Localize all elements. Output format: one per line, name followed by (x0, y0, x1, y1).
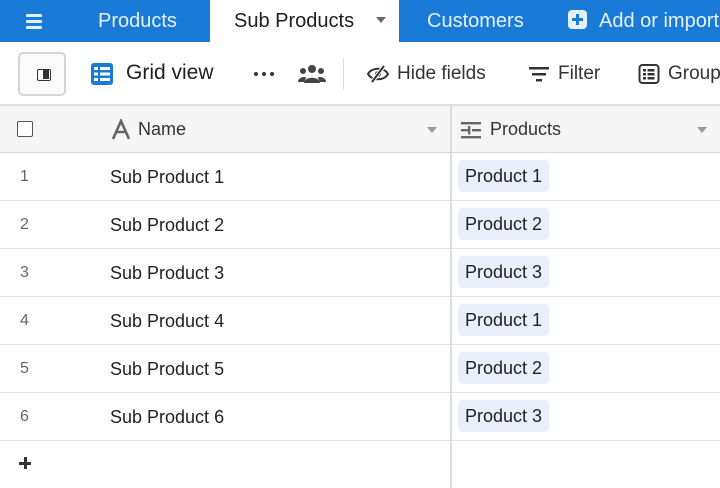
table-row[interactable]: 5 Sub Product 5 Product 2 (0, 345, 720, 393)
group-button[interactable]: Group (638, 60, 720, 88)
column-header-name-label: Name (138, 119, 187, 139)
table-row[interactable]: 4 Sub Product 4 Product 1 (0, 297, 720, 345)
row-number: 3 (20, 264, 29, 281)
grid-icon (91, 63, 113, 85)
column-header-products-label: Products (490, 119, 562, 139)
view-name[interactable]: Grid view (126, 61, 214, 85)
table-row[interactable]: 1 Sub Product 1 Product 1 (0, 153, 720, 201)
table-row[interactable]: 3 Sub Product 3 Product 3 (0, 249, 720, 297)
eye-slash-icon (367, 64, 389, 84)
hide-fields-label: Hide fields (397, 63, 486, 84)
add-record-row[interactable] (0, 441, 720, 488)
sidebar-toggle-button[interactable] (18, 52, 66, 96)
table-tab-bar: Products Sub Products Customers Add or i… (0, 0, 720, 42)
linked-product-chip[interactable]: Product 2 (458, 208, 550, 240)
column-header-products[interactable]: Products (452, 106, 720, 153)
group-list-icon (638, 64, 660, 84)
records-grid: Name Products 1 Sub Product 1 Product 1 … (0, 106, 720, 488)
ellipsis-icon[interactable] (254, 72, 274, 76)
linked-record-icon (461, 122, 481, 139)
chevron-down-icon[interactable] (697, 127, 707, 133)
name-cell[interactable]: Sub Product 3 (110, 249, 224, 297)
tab-customers[interactable]: Customers (427, 0, 524, 42)
text-field-icon (111, 119, 131, 140)
linked-product-chip[interactable]: Product 1 (458, 160, 550, 192)
chevron-down-icon[interactable] (427, 127, 437, 133)
linked-product-chip[interactable]: Product 3 (458, 400, 550, 432)
column-divider[interactable] (450, 106, 452, 488)
column-header-name[interactable]: Name (100, 106, 450, 153)
grid-header-row: Name Products (0, 106, 720, 153)
toolbar-divider (343, 58, 344, 90)
table-row[interactable]: 2 Sub Product 2 Product 2 (0, 201, 720, 249)
plus-icon[interactable] (17, 455, 35, 473)
filter-icon (529, 67, 549, 82)
row-number: 1 (20, 168, 29, 185)
filter-button[interactable]: Filter (528, 60, 608, 88)
linked-product-chip[interactable]: Product 2 (458, 352, 550, 384)
table-row[interactable]: 6 Sub Product 6 Product 3 (0, 393, 720, 441)
hamburger-menu-icon[interactable] (24, 11, 44, 31)
row-number: 5 (20, 360, 29, 377)
name-cell[interactable]: Sub Product 1 (110, 153, 224, 201)
tab-sub-products-label: Sub Products (234, 10, 355, 32)
name-cell[interactable]: Sub Product 2 (110, 201, 224, 249)
hide-fields-button[interactable]: Hide fields (367, 60, 497, 88)
filter-label: Filter (558, 63, 601, 84)
group-label: Group (668, 63, 720, 84)
name-cell[interactable]: Sub Product 5 (110, 345, 224, 393)
sidebar-toggle-icon (37, 69, 51, 81)
chevron-down-icon[interactable] (376, 17, 386, 23)
select-all-checkbox[interactable] (17, 121, 33, 137)
linked-product-chip[interactable]: Product 1 (458, 304, 550, 336)
row-number: 4 (20, 312, 29, 329)
tab-products[interactable]: Products (98, 0, 177, 42)
plus-square-icon (568, 10, 587, 29)
name-cell[interactable]: Sub Product 6 (110, 393, 224, 441)
row-number: 6 (20, 408, 29, 425)
name-cell[interactable]: Sub Product 4 (110, 297, 224, 345)
row-number: 2 (20, 216, 29, 233)
view-toolbar: Grid view Hide fields Filter Group (0, 42, 720, 106)
people-icon[interactable] (298, 64, 326, 84)
tab-sub-products[interactable]: Sub Products (210, 0, 399, 42)
add-or-import-label: Add or import (599, 10, 720, 32)
linked-product-chip[interactable]: Product 3 (458, 256, 550, 288)
